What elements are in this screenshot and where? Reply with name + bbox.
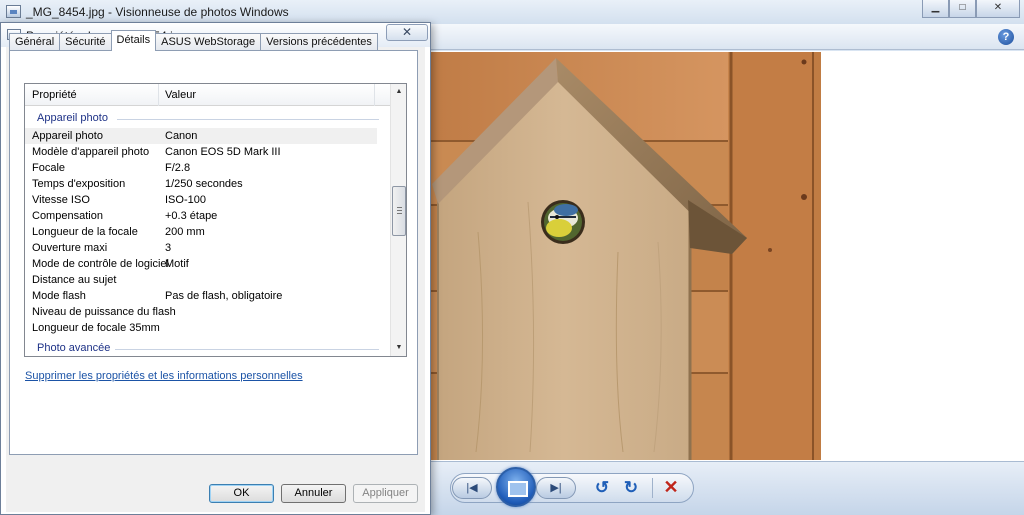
row-value: +0.3 étape: [165, 210, 218, 222]
list-row[interactable]: Distance au sujet: [25, 272, 377, 288]
row-value: Canon: [165, 130, 198, 142]
rotate-clockwise-icon[interactable]: ↻: [621, 478, 641, 498]
row-key: Appareil photo: [32, 130, 103, 142]
delete-icon[interactable]: ✕: [661, 477, 681, 497]
properties-list[interactable]: Propriété Valeur Appareil photo Appareil…: [24, 83, 407, 357]
help-icon[interactable]: ?: [998, 29, 1014, 45]
row-key: Modèle d'appareil photo: [32, 146, 150, 158]
slideshow-button[interactable]: [496, 467, 536, 507]
list-row[interactable]: Ouverture maxi 3: [25, 240, 377, 256]
controls-separator: [652, 478, 653, 498]
tab-general[interactable]: Général: [9, 33, 61, 51]
row-value: Canon EOS 5D Mark III: [165, 146, 281, 158]
next-button[interactable]: ▶|: [536, 477, 576, 499]
scroll-down-icon[interactable]: ▼: [391, 340, 406, 356]
list-row[interactable]: Modèle d'appareil photo Canon EOS 5D Mar…: [25, 144, 377, 160]
row-key: Mode de contrôle de logiciel: [32, 258, 169, 270]
dialog-tabs: Général Sécurité Détails ASUS WebStorage…: [9, 30, 378, 51]
maximize-icon[interactable]: □: [949, 0, 976, 18]
row-key: Focale: [32, 162, 66, 174]
photo: [418, 52, 821, 460]
list-row[interactable]: Niveau de puissance du flash: [25, 304, 377, 320]
minimize-icon[interactable]: ▁: [922, 0, 949, 18]
group-header-camera[interactable]: Appareil photo: [37, 112, 108, 124]
group-header-advanced[interactable]: Photo avancée: [37, 342, 110, 354]
row-value: Pas de flash, obligatoire: [165, 290, 283, 302]
row-key: Distance au sujet: [32, 274, 117, 286]
tab-previous-versions[interactable]: Versions précédentes: [260, 33, 378, 51]
column-divider[interactable]: [374, 84, 375, 106]
viewer-titlebar[interactable]: _MG_8454.jpg - Visionneuse de photos Win…: [0, 0, 1024, 24]
row-key: Temps d'exposition: [32, 178, 126, 190]
column-property[interactable]: Propriété: [32, 89, 77, 101]
list-row[interactable]: Compensation +0.3 étape: [25, 208, 377, 224]
list-header: Propriété Valeur: [25, 84, 391, 106]
row-key: Longueur de la focale: [32, 226, 138, 238]
group-divider: [115, 349, 379, 350]
scroll-up-icon[interactable]: ▲: [391, 84, 406, 100]
row-key: Compensation: [32, 210, 103, 222]
previous-button[interactable]: |◀: [452, 477, 492, 499]
tab-asus-webstorage[interactable]: ASUS WebStorage: [155, 33, 262, 51]
list-row[interactable]: Longueur de la focale 200 mm: [25, 224, 377, 240]
dialog-close-icon[interactable]: ✕: [386, 24, 428, 41]
row-key: Niveau de puissance du flash: [32, 306, 176, 318]
tab-details[interactable]: Détails: [110, 30, 157, 51]
grip-icon: [397, 207, 402, 214]
row-value: 1/250 secondes: [165, 178, 243, 190]
row-value: F/2.8: [165, 162, 191, 174]
list-row[interactable]: Mode de contrôle de logiciel Motif: [25, 256, 377, 272]
scroll-thumb[interactable]: [392, 186, 406, 236]
row-key: Mode flash: [32, 290, 86, 302]
list-row[interactable]: Focale F/2.8: [25, 160, 377, 176]
row-value: 200 mm: [165, 226, 205, 238]
remove-properties-link[interactable]: Supprimer les propriétés et les informat…: [25, 370, 303, 382]
ok-button[interactable]: OK: [209, 484, 274, 503]
list-row[interactable]: Appareil photo Canon: [25, 128, 377, 144]
apply-button[interactable]: Appliquer: [353, 484, 418, 503]
tab-security[interactable]: Sécurité: [59, 33, 112, 51]
vertical-scrollbar[interactable]: ▲ ▼: [390, 84, 406, 356]
birdhouse-photo: [418, 52, 821, 460]
cancel-button[interactable]: Annuler: [281, 484, 346, 503]
viewer-title: _MG_8454.jpg - Visionneuse de photos Win…: [26, 5, 289, 19]
row-value: Motif: [165, 258, 189, 270]
list-row[interactable]: Vitesse ISO ISO-100: [25, 192, 377, 208]
rotate-counterclockwise-icon[interactable]: ↺: [592, 478, 612, 498]
list-row[interactable]: Longueur de focale 35mm: [25, 320, 377, 336]
photo-viewer-app-icon: [6, 5, 21, 18]
row-key: Vitesse ISO: [32, 194, 90, 206]
column-divider[interactable]: [158, 84, 159, 106]
list-row[interactable]: Temps d'exposition 1/250 secondes: [25, 176, 377, 192]
row-value: 3: [165, 242, 172, 254]
group-divider: [117, 119, 379, 120]
column-value[interactable]: Valeur: [165, 89, 196, 101]
window-controls: ▁ □ ✕: [922, 0, 1020, 18]
close-window-icon[interactable]: ✕: [976, 0, 1020, 18]
row-key: Longueur de focale 35mm: [32, 322, 160, 334]
list-row[interactable]: Mode flash Pas de flash, obligatoire: [25, 288, 377, 304]
row-key: Ouverture maxi: [32, 242, 108, 254]
row-value: ISO-100: [165, 194, 206, 206]
